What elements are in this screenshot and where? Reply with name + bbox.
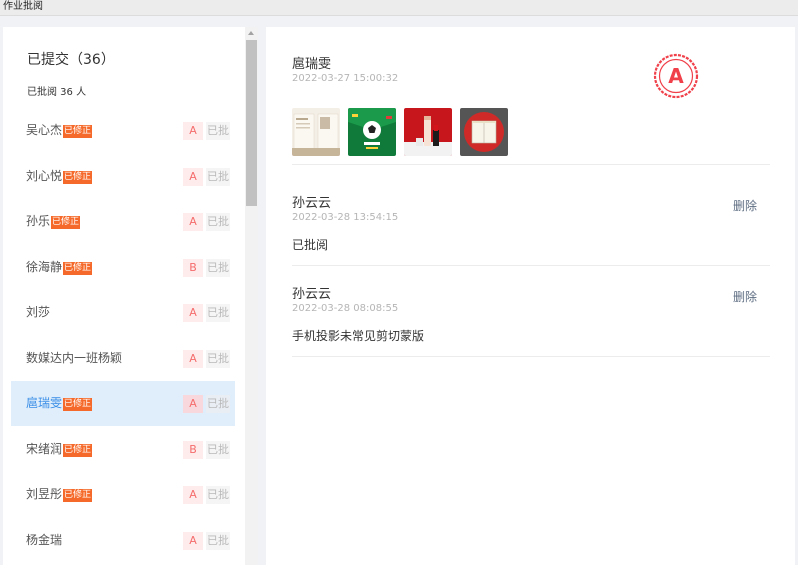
reviewed-status-badge: 已批 xyxy=(206,168,230,186)
submitted-heading: 已提交（36） xyxy=(27,52,115,68)
revised-badge: 已修正 xyxy=(51,216,81,229)
student-row[interactable]: 刘莎 A 已批 xyxy=(11,290,235,335)
brochure-thumbnail-icon xyxy=(292,108,340,156)
football-poster-thumbnail-icon xyxy=(348,108,396,156)
divider xyxy=(292,356,770,357)
reviewed-status-badge: 已批 xyxy=(206,304,230,322)
student-name: 孙乐 已修正 xyxy=(26,213,81,229)
student-name: 刘心悦 已修正 xyxy=(26,168,93,184)
student-row[interactable]: 孙乐 已修正 A 已批 xyxy=(11,199,235,244)
grade-stamp-icon: A xyxy=(653,53,699,99)
revised-badge: 已修正 xyxy=(63,444,93,457)
student-name: 杨金瑞 xyxy=(26,532,62,548)
student-name: 数媒达内一班杨颖 xyxy=(26,350,122,366)
scroll-up-arrow-icon[interactable] xyxy=(248,31,254,35)
attachment-thumbnail-2[interactable] xyxy=(348,108,396,156)
revised-badge: 已修正 xyxy=(63,262,93,275)
revised-badge: 已修正 xyxy=(63,398,93,411)
student-name-text: 杨金瑞 xyxy=(26,533,63,547)
student-name-text: 刘莎 xyxy=(26,305,51,319)
detail-submit-time: 2022-03-27 15:00:32 xyxy=(292,73,399,84)
student-name-text: 孙乐 xyxy=(26,214,51,228)
student-name: 扈瑞雯 已修正 xyxy=(26,395,93,411)
revised-badge: 已修正 xyxy=(63,171,93,184)
student-name: 刘昱彤 已修正 xyxy=(26,486,93,502)
reviewed-status-badge: 已批 xyxy=(206,395,230,413)
reviewed-status-badge: 已批 xyxy=(206,122,230,140)
student-name-text: 徐海静 xyxy=(26,260,63,274)
detail-student-name: 扈瑞雯 xyxy=(292,57,332,72)
grade-badge: A xyxy=(183,350,203,368)
grade-badge: A xyxy=(183,122,203,140)
attachment-thumbnail-4[interactable] xyxy=(460,108,508,156)
revised-badge: 已修正 xyxy=(63,489,93,502)
grade-badge: A xyxy=(183,213,203,231)
student-name-text: 宋绪润 xyxy=(26,442,63,456)
reviewed-status-badge: 已批 xyxy=(206,441,230,459)
grade-badge: A xyxy=(183,395,203,413)
student-row[interactable]: 数媒达内一班杨颖 A 已批 xyxy=(11,336,235,381)
comment-time: 2022-03-28 08:08:55 xyxy=(292,303,399,314)
student-name-text: 刘心悦 xyxy=(26,169,63,183)
student-row[interactable]: 刘心悦 已修正 A 已批 xyxy=(11,154,235,199)
window-titlebar: 作业批阅 xyxy=(0,0,798,16)
reviewed-status-badge: 已批 xyxy=(206,532,230,550)
list-scroll-thumb[interactable] xyxy=(246,40,257,206)
student-name: 徐海静 已修正 xyxy=(26,259,93,275)
grade-badge: A xyxy=(183,304,203,322)
attachment-thumbnail-3[interactable] xyxy=(404,108,452,156)
student-name: 刘莎 xyxy=(26,304,50,320)
reviewed-count: 已批阅 36 人 xyxy=(27,87,87,98)
student-row[interactable]: 扈瑞雯 已修正 A 已批 xyxy=(11,381,235,426)
student-name-text: 扈瑞雯 xyxy=(26,396,63,410)
student-row[interactable]: 刘昱彤 已修正 A 已批 xyxy=(11,472,235,517)
reviewed-status-badge: 已批 xyxy=(206,213,230,231)
delete-comment-button[interactable]: 删除 xyxy=(733,197,757,214)
revised-badge: 已修正 xyxy=(63,125,93,138)
grade-badge: A xyxy=(183,168,203,186)
student-row[interactable]: 宋绪润 已修正 B 已批 xyxy=(11,427,235,472)
delete-comment-button[interactable]: 删除 xyxy=(733,288,757,305)
student-row[interactable]: 杨金瑞 A 已批 xyxy=(11,518,235,563)
reviewed-status-badge: 已批 xyxy=(206,486,230,504)
submitted-list-panel: 已提交（36） 已批阅 36 人 吴心杰 已修正 A 已批 刘心悦 已修正 A 已批 孙乐 已修正… xyxy=(3,27,258,565)
comment-text: 手机投影未常见剪切蒙版 xyxy=(292,329,425,343)
comment-time: 2022-03-28 13:54:15 xyxy=(292,212,399,223)
divider xyxy=(292,164,770,165)
grade-badge: B xyxy=(183,259,203,277)
student-name-text: 刘昱彤 xyxy=(26,487,63,501)
student-name: 宋绪润 已修正 xyxy=(26,441,93,457)
comment-author: 孙云云 xyxy=(292,196,332,211)
submission-detail-panel: 扈瑞雯 2022-03-27 15:00:32 A 孙云云 2022-03-28… xyxy=(266,27,795,565)
window-title: 作业批阅 xyxy=(3,1,43,12)
student-row[interactable]: 徐海静 已修正 B 已批 xyxy=(11,245,235,290)
notebook-thumbnail-icon xyxy=(460,108,508,156)
attachment-thumbnail-1[interactable] xyxy=(292,108,340,156)
grade-badge: A xyxy=(183,486,203,504)
reviewed-status-badge: 已批 xyxy=(206,259,230,277)
student-name-text: 数媒达内一班杨颖 xyxy=(26,351,123,365)
student-name: 吴心杰 已修正 xyxy=(26,122,93,138)
grade-badge: A xyxy=(183,532,203,550)
comment-text: 已批阅 xyxy=(292,238,329,252)
grade-stamp-letter: A xyxy=(668,64,684,88)
student-name-text: 吴心杰 xyxy=(26,123,63,137)
divider xyxy=(292,265,770,266)
student-row[interactable]: 吴心杰 已修正 A 已批 xyxy=(11,108,235,153)
grade-badge: B xyxy=(183,441,203,459)
reviewed-status-badge: 已批 xyxy=(206,350,230,368)
comment-author: 孙云云 xyxy=(292,287,332,302)
cosmetics-thumbnail-icon xyxy=(404,108,452,156)
